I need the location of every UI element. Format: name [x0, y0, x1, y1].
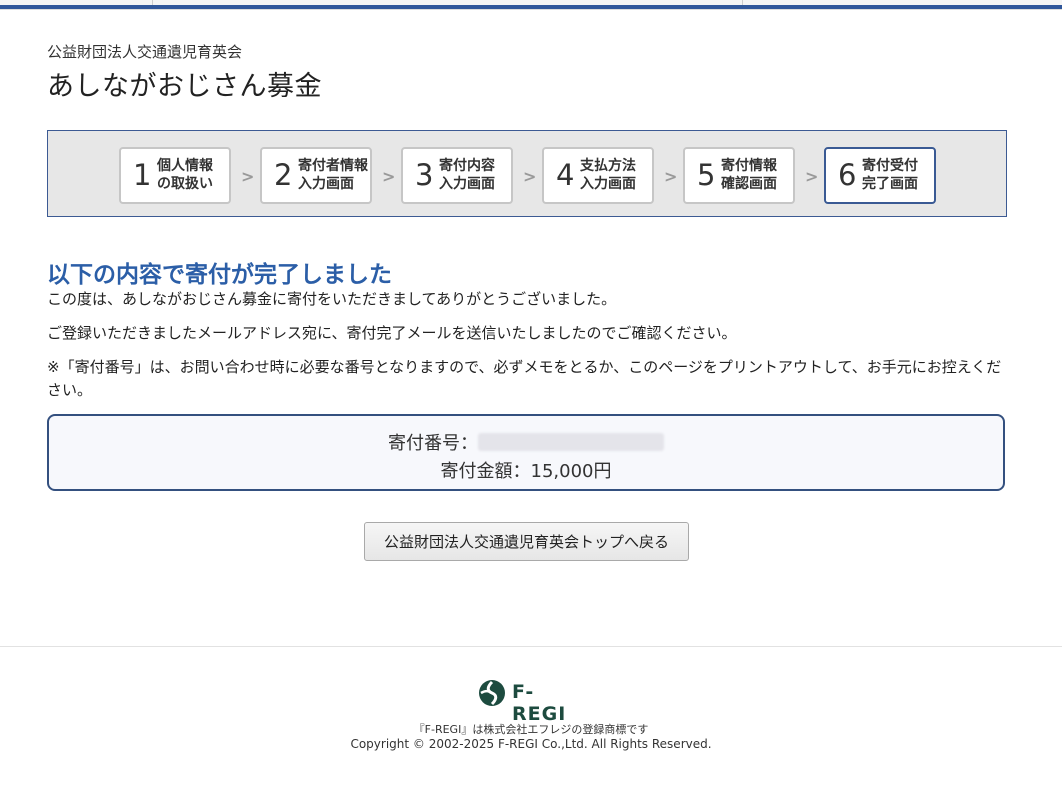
- copyright: Copyright © 2002-2025 F-REGI Co.,Ltd. Al…: [350, 737, 712, 751]
- step-1: 1 個人情報の取扱い: [119, 147, 231, 204]
- email-notice: ご登録いただきましたメールアドレス宛に、寄付完了メールを送信いたしましたのでご確…: [47, 324, 737, 342]
- completion-heading: 以下の内容で寄付が完了しました: [47, 262, 392, 288]
- top-bar-accent: [0, 5, 1062, 9]
- chevron-right-icon: >: [523, 167, 537, 186]
- step-label-line1: 寄付者情報: [298, 158, 368, 174]
- step-number: 3: [415, 158, 434, 192]
- f-regi-logo-icon: [479, 680, 505, 706]
- footer: F-REGI 『F-REGI』は株式会社エフレジの登録商標です Copyrigh…: [0, 646, 1062, 810]
- step-label-line1: 寄付内容: [439, 158, 495, 174]
- donation-number-notice: ※「寄付番号」は、お問い合わせ時に必要な番号となりますので、必ずメモをとるか、こ…: [47, 358, 1002, 399]
- step-label-line1: 寄付情報: [721, 158, 777, 174]
- donation-number-row: 寄付番号：: [49, 429, 1003, 455]
- trademark-notice: 『F-REGI』は株式会社エフレジの登録商標です: [413, 723, 649, 736]
- step-number: 1: [133, 158, 152, 192]
- f-regi-logo-text: F-REGI: [512, 681, 567, 725]
- step-2: 2 寄付者情報入力画面: [260, 147, 372, 204]
- page-title: あしながおじさん募金: [47, 71, 322, 102]
- chevron-right-icon: >: [805, 167, 819, 186]
- step-5: 5 寄付情報確認画面: [683, 147, 795, 204]
- back-to-top-button[interactable]: 公益財団法人交通遺児育英会トップへ戻る: [364, 522, 689, 561]
- donation-amount-row: 寄付金額：15,000円: [49, 457, 1003, 483]
- step-label-line2: の取扱い: [157, 176, 213, 192]
- step-label-line1: 個人情報: [157, 158, 213, 174]
- step-number: 2: [274, 158, 293, 192]
- thanks-message: この度は、あしながおじさん募金に寄付をいただきましてありがとうございました。: [47, 290, 617, 308]
- chevron-right-icon: >: [382, 167, 396, 186]
- top-bar: [0, 0, 1062, 10]
- step-label-line2: 入力画面: [580, 176, 636, 192]
- step-label-line1: 支払方法: [580, 158, 636, 174]
- step-label: 支払方法 入力画面: [580, 157, 636, 193]
- chevron-right-icon: >: [664, 167, 678, 186]
- step-label-line2: 入力画面: [439, 176, 495, 192]
- step-indicator: 1 個人情報 の取扱い > 2 寄付者情報 入力画面 > 3 寄付内容 入力画面 > …: [47, 130, 1007, 217]
- donation-number-label: 寄付番号：: [388, 433, 478, 454]
- donation-number-redacted: [478, 433, 664, 451]
- step-label-line2: 入力画面: [298, 176, 354, 192]
- org-name: 公益財団法人交通遺児育英会: [47, 43, 243, 61]
- donation-summary-box: 寄付番号： 寄付金額：15,000円: [47, 414, 1005, 491]
- step-number: 5: [697, 158, 716, 192]
- chevron-right-icon: >: [241, 167, 255, 186]
- step-label: 個人情報 の取扱い: [157, 157, 213, 193]
- step-label-line2: 確認画面: [721, 176, 777, 192]
- step-label: 寄付者情報 入力画面: [298, 157, 368, 193]
- step-3: 3 寄付内容入力画面: [401, 147, 513, 204]
- step-number: 4: [556, 158, 575, 192]
- step-label-line2: 完了画面: [862, 176, 918, 192]
- step-4: 4 支払方法入力画面: [542, 147, 654, 204]
- step-number: 6: [838, 158, 857, 192]
- step-label: 寄付情報 確認画面: [721, 157, 777, 193]
- step-label: 寄付内容 入力画面: [439, 157, 495, 193]
- donation-amount-value: 15,000円: [530, 461, 612, 482]
- step-6-current: 6 寄付受付完了画面: [824, 147, 936, 204]
- donation-amount-label: 寄付金額：: [440, 461, 531, 482]
- step-label: 寄付受付 完了画面: [862, 157, 918, 193]
- step-label-line1: 寄付受付: [862, 158, 918, 174]
